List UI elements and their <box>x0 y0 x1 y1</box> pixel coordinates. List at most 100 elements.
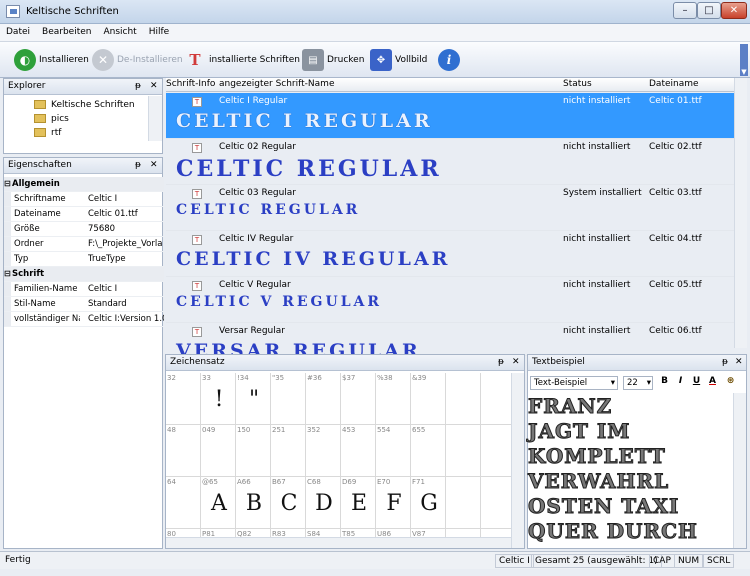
char-cell[interactable] <box>446 477 481 529</box>
collapse-icon[interactable]: ⊟ <box>4 179 12 188</box>
char-cell[interactable] <box>481 529 511 537</box>
font-filename: Celtic 03.ttf <box>649 188 702 198</box>
char-cell[interactable]: Q82 <box>236 529 271 537</box>
property-category[interactable]: ⊟ Allgemein <box>4 177 164 192</box>
char-cell[interactable]: A66 B <box>236 477 271 529</box>
explorer-close-icon[interactable]: ✕ <box>150 81 158 91</box>
char-cell[interactable]: 352 <box>306 425 341 477</box>
underline-button[interactable]: U <box>690 376 703 390</box>
properties-close-icon[interactable]: ✕ <box>150 160 158 170</box>
char-cell[interactable]: 655 <box>411 425 446 477</box>
char-cell[interactable]: $37 <box>341 373 376 425</box>
menu-ansicht[interactable]: Ansicht <box>97 24 142 37</box>
sample-mode-select[interactable]: Text-Beispiel ▾ <box>530 376 618 390</box>
char-cell[interactable]: 80 <box>166 529 201 537</box>
preview-icon[interactable]: ⊛ <box>724 376 737 390</box>
font-row[interactable]: T Celtic 02 Regular nicht installiert Celti… <box>166 139 734 185</box>
char-cell[interactable]: 32 <box>166 373 201 425</box>
char-cell[interactable]: 453 <box>341 425 376 477</box>
char-cell[interactable]: P81 <box>201 529 236 537</box>
column-header[interactable]: Schrift-Info <box>166 79 215 89</box>
font-row[interactable]: T Celtic V Regular nicht installiert Celtic… <box>166 277 734 323</box>
print-button[interactable]: ▤ Drucken <box>302 47 364 73</box>
menu-datei[interactable]: Datei <box>0 24 36 37</box>
tree-item[interactable]: pics <box>34 112 69 125</box>
tree-item[interactable]: Keltische Schriften <box>34 98 135 111</box>
char-cell[interactable]: S84 <box>306 529 341 537</box>
char-cell[interactable] <box>446 425 481 477</box>
minimize-button[interactable]: – <box>673 2 697 19</box>
info-button[interactable]: i <box>438 47 460 73</box>
char-cell[interactable]: #36 <box>306 373 341 425</box>
properties-pin-icon[interactable]: ᵽ <box>135 160 141 170</box>
uninstall-button[interactable]: ✕ De-Installieren <box>92 47 183 73</box>
install-button[interactable]: ◐ Installieren <box>14 47 89 73</box>
char-cell[interactable] <box>481 373 511 425</box>
explorer-pin-icon[interactable]: ᵽ <box>135 81 141 91</box>
font-color-button[interactable]: A <box>706 376 719 390</box>
textsample-close-icon[interactable]: ✕ <box>735 357 743 367</box>
textsample-pin-icon[interactable]: ᵽ <box>722 357 728 367</box>
char-cell[interactable] <box>481 425 511 477</box>
property-row[interactable]: Stil-Name Standard <box>4 297 164 312</box>
explorer-scrollbar[interactable] <box>148 96 162 141</box>
font-row[interactable]: T Celtic IV Regular nicht installiert Celti… <box>166 231 734 277</box>
char-cell[interactable]: V87 <box>411 529 446 537</box>
property-row[interactable]: Ordner F:\_Projekte_Vorla <box>4 237 164 252</box>
property-row[interactable]: Dateiname Celtic 01.ttf <box>4 207 164 222</box>
column-header[interactable]: Dateiname <box>649 79 699 89</box>
charset-hscrollbar[interactable] <box>166 537 511 548</box>
char-cell[interactable]: "35 <box>271 373 306 425</box>
char-cell[interactable] <box>446 529 481 537</box>
font-row[interactable]: T Celtic I Regular nicht installiert Celtic… <box>166 93 734 139</box>
char-cell[interactable]: B67 C <box>271 477 306 529</box>
font-row[interactable]: T Celtic 03 Regular System installiert Celt… <box>166 185 734 231</box>
font-grid-scrollbar[interactable] <box>734 78 747 348</box>
property-category[interactable]: ⊟ Schrift <box>4 267 164 282</box>
font-size-select[interactable]: 22 ▾ <box>623 376 653 390</box>
charset-scrollbar[interactable] <box>511 373 524 548</box>
char-cell[interactable]: !34 " <box>236 373 271 425</box>
property-row[interactable]: vollständiger Name Celtic I:Version 1.0 <box>4 312 164 327</box>
installed-fonts-button[interactable]: T installierte Schriften <box>184 47 300 73</box>
menu-hilfe[interactable]: Hilfe <box>143 24 175 37</box>
char-cell[interactable] <box>481 477 511 529</box>
char-cell[interactable] <box>446 373 481 425</box>
charset-close-icon[interactable]: ✕ <box>512 357 520 367</box>
char-cell[interactable]: D69 E <box>341 477 376 529</box>
char-cell[interactable]: U86 <box>376 529 411 537</box>
tree-item[interactable]: rtf <box>34 126 61 139</box>
char-cell[interactable]: 554 <box>376 425 411 477</box>
column-header[interactable]: angezeigter Schrift-Name <box>219 79 334 89</box>
char-cell[interactable]: R83 <box>271 529 306 537</box>
property-row[interactable]: Schriftname Celtic I <box>4 192 164 207</box>
char-cell[interactable]: T85 <box>341 529 376 537</box>
char-cell[interactable]: 049 <box>201 425 236 477</box>
fullscreen-button[interactable]: ✥ Vollbild <box>370 47 427 73</box>
char-cell[interactable]: @65 A <box>201 477 236 529</box>
font-row[interactable]: T Versar Regular nicht installiert Celtic 0… <box>166 323 734 356</box>
char-cell[interactable]: %38 <box>376 373 411 425</box>
close-button[interactable]: ✕ <box>721 2 747 19</box>
bold-button[interactable]: B <box>658 376 671 390</box>
char-cell[interactable]: &39 <box>411 373 446 425</box>
collapse-icon[interactable]: ⊟ <box>4 269 12 278</box>
char-cell[interactable]: E70 F <box>376 477 411 529</box>
menu-bearbeiten[interactable]: Bearbeiten <box>36 24 97 37</box>
char-cell[interactable]: 48 <box>166 425 201 477</box>
char-cell[interactable]: 33! <box>201 373 236 425</box>
column-header[interactable]: Status <box>563 79 592 89</box>
charset-pin-icon[interactable]: ᵽ <box>498 357 504 367</box>
char-cell[interactable]: 251 <box>271 425 306 477</box>
char-cell[interactable]: F71 G <box>411 477 446 529</box>
property-row[interactable]: Typ TrueType <box>4 252 164 267</box>
char-cell[interactable]: 150 <box>236 425 271 477</box>
italic-button[interactable]: I <box>674 376 687 390</box>
char-cell[interactable]: 64 <box>166 477 201 529</box>
maximize-button[interactable]: □ <box>697 2 721 19</box>
property-row[interactable]: Größe 75680 <box>4 222 164 237</box>
char-cell[interactable]: C68 D <box>306 477 341 529</box>
property-row[interactable]: Familien-Name Celtic I <box>4 282 164 297</box>
toolbar-overflow-icon[interactable]: ▼ <box>740 44 748 76</box>
textsample-scrollbar[interactable] <box>733 393 746 548</box>
